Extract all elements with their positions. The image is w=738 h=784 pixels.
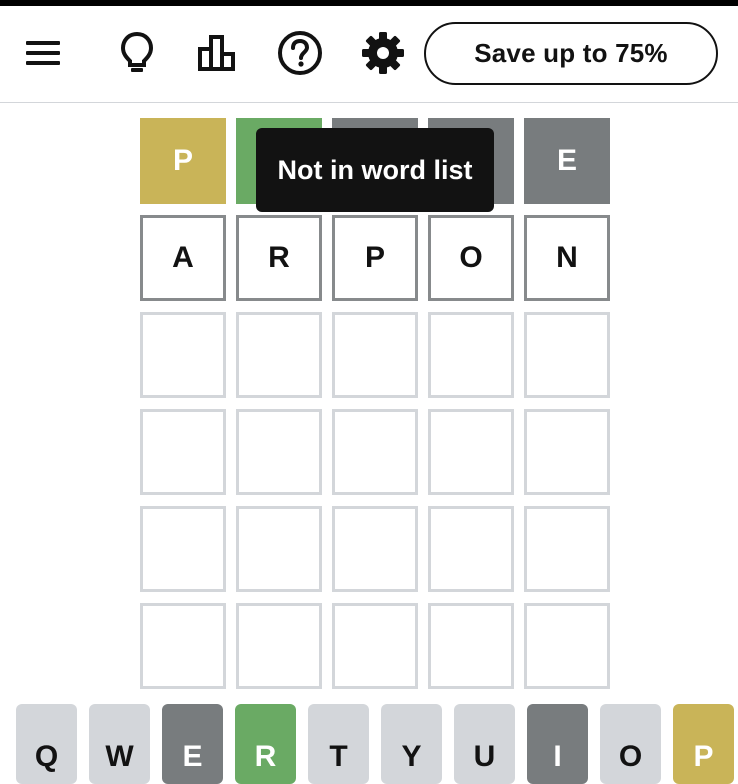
board-tile: A — [140, 215, 226, 301]
menu-button[interactable] — [19, 29, 67, 77]
key-r[interactable]: R — [235, 704, 296, 784]
help-button[interactable] — [276, 29, 324, 77]
board-tile — [140, 506, 226, 592]
key-q[interactable]: Q — [16, 704, 77, 784]
board-tile — [236, 603, 322, 689]
key-u[interactable]: U — [454, 704, 515, 784]
settings-button[interactable] — [359, 29, 407, 77]
board-tile — [332, 409, 418, 495]
board-tile: P — [140, 118, 226, 204]
question-mark-icon — [278, 31, 322, 75]
board-tile — [524, 312, 610, 398]
key-t[interactable]: T — [308, 704, 369, 784]
save-subscription-button[interactable]: Save up to 75% — [424, 22, 718, 85]
not-in-word-list-toast: Not in word list — [256, 128, 494, 212]
board-tile — [236, 312, 322, 398]
board-tile — [524, 603, 610, 689]
board-tile — [236, 506, 322, 592]
board-tile — [428, 409, 514, 495]
board-tile — [428, 506, 514, 592]
gear-icon — [362, 32, 404, 74]
key-o[interactable]: O — [600, 704, 661, 784]
board-tile — [428, 603, 514, 689]
board-tile — [140, 409, 226, 495]
key-e[interactable]: E — [162, 704, 223, 784]
board-tile — [140, 603, 226, 689]
board-tile — [332, 506, 418, 592]
hamburger-menu-icon — [26, 41, 60, 65]
key-p[interactable]: P — [673, 704, 734, 784]
key-y[interactable]: Y — [381, 704, 442, 784]
key-i[interactable]: I — [527, 704, 588, 784]
board-tile — [428, 312, 514, 398]
bar-chart-icon — [198, 35, 235, 71]
board-tile: E — [524, 118, 610, 204]
board-tile: P — [332, 215, 418, 301]
board-tile — [524, 506, 610, 592]
lightbulb-icon — [120, 31, 154, 72]
board-tile — [332, 312, 418, 398]
key-w[interactable]: W — [89, 704, 150, 784]
board-tile: R — [236, 215, 322, 301]
statistics-button[interactable] — [194, 29, 242, 77]
hint-button[interactable] — [113, 29, 161, 77]
board-tile: N — [524, 215, 610, 301]
board-tile: O — [428, 215, 514, 301]
header-bar: Save up to 75% — [0, 6, 738, 103]
board-tile — [140, 312, 226, 398]
board-tile — [524, 409, 610, 495]
board-tile — [236, 409, 322, 495]
board-tile — [332, 603, 418, 689]
